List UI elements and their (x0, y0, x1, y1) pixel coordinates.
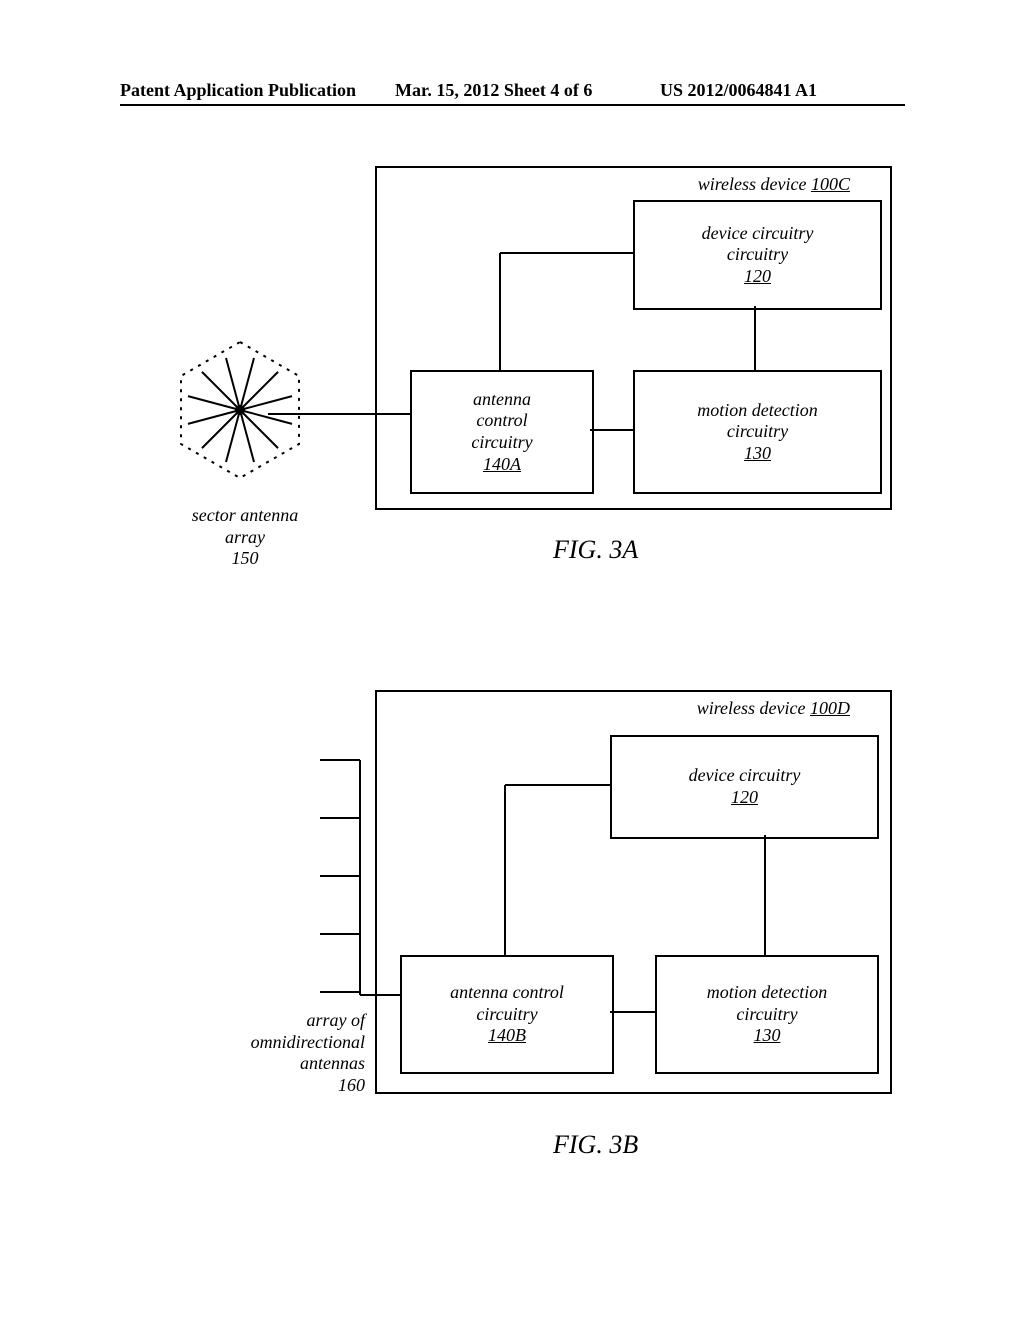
fig-3b-caption: FIG. 3B (553, 1130, 638, 1160)
array-l1: array of (307, 1010, 366, 1030)
array-id: 160 (338, 1075, 365, 1095)
omni-array-label: array of omnidirectional antennas 160 (215, 1010, 365, 1096)
array-l2: omnidirectional (251, 1032, 365, 1052)
connections-3b (0, 0, 1024, 1200)
array-l3: antennas (300, 1053, 365, 1073)
page: Patent Application Publication Mar. 15, … (0, 0, 1024, 1320)
